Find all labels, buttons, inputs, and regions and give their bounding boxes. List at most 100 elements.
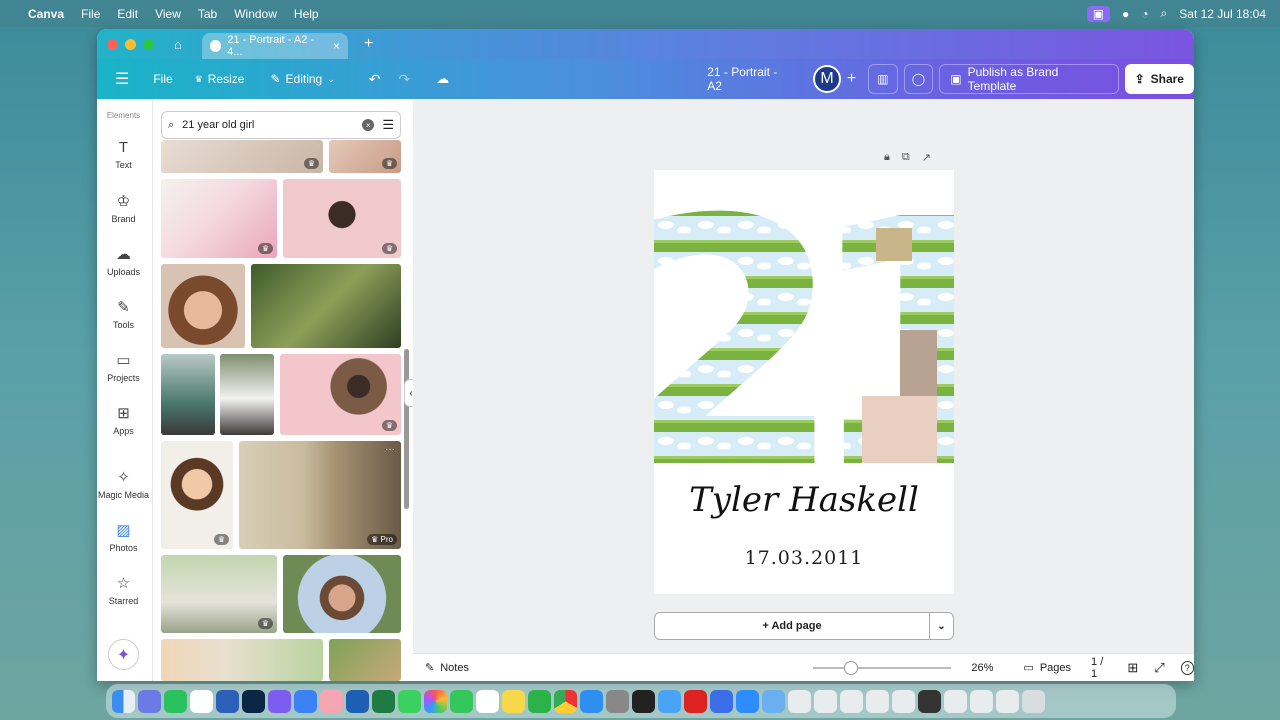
facetime-icon[interactable] [450, 689, 473, 713]
app-icon[interactable] [320, 689, 343, 713]
mail-icon[interactable] [658, 689, 681, 713]
excel-icon[interactable] [372, 689, 395, 713]
number-collage[interactable]: 21 [654, 180, 954, 480]
fullscreen-icon[interactable]: ⤢ [1154, 660, 1164, 676]
menu-tab[interactable]: Tab [198, 7, 217, 21]
menu-help[interactable]: Help [294, 7, 319, 21]
acrobat-icon[interactable] [684, 689, 707, 713]
whatsapp-icon[interactable] [164, 689, 187, 713]
photo-tile[interactable] [251, 264, 401, 348]
menu-view[interactable]: View [155, 7, 181, 21]
photo-tile[interactable]: ♛ [161, 441, 233, 549]
more-options-icon[interactable]: ··· [385, 444, 395, 455]
rail-item-text[interactable]: T Text [97, 139, 150, 170]
document-thumb-icon[interactable] [866, 689, 889, 713]
document-thumb-icon[interactable] [970, 689, 993, 713]
trash-icon[interactable] [1022, 689, 1045, 713]
document-thumb-icon[interactable] [892, 689, 915, 713]
rail-item-photos[interactable]: ▨ Photos [97, 521, 150, 553]
browser-tab[interactable]: 21 - Portrait - A2 - 4... × [201, 33, 348, 59]
cloud-save-icon[interactable]: ☁ [436, 71, 449, 87]
filter-icon[interactable]: ☰ [382, 117, 394, 133]
document-thumb-icon[interactable] [788, 689, 811, 713]
document-thumb-icon[interactable] [918, 689, 941, 713]
photoshop-icon[interactable] [242, 689, 265, 713]
close-window-button[interactable] [107, 38, 118, 50]
messages-icon[interactable] [398, 689, 421, 713]
photo-tile[interactable] [283, 555, 401, 633]
reminders-icon[interactable] [476, 689, 499, 713]
lock-icon[interactable]: 🔒︎ [884, 151, 890, 164]
calendar-icon[interactable] [190, 689, 213, 713]
share-button[interactable]: ⇪ Share [1124, 64, 1194, 94]
pages-button[interactable]: ▭ Pages [1023, 661, 1071, 675]
document-thumb-icon[interactable] [814, 689, 837, 713]
status-icon[interactable]: ● [1122, 7, 1129, 21]
menu-window[interactable]: Window [234, 7, 277, 21]
menu-app-name[interactable]: Canva [28, 7, 64, 21]
grid-view-icon[interactable]: ⊞ [1127, 660, 1138, 676]
design-page[interactable]: 21 Tyler Haskell 17.03.2011 [654, 170, 954, 594]
photo-tile[interactable] [161, 639, 323, 681]
menu-edit[interactable]: Edit [117, 7, 138, 21]
add-page-icon[interactable]: ↗ [922, 151, 931, 164]
resize-button[interactable]: ♛ Resize [195, 72, 245, 86]
close-tab-icon[interactable]: × [333, 39, 340, 53]
search-input[interactable] [182, 119, 355, 131]
document-thumb-icon[interactable] [840, 689, 863, 713]
editing-mode-button[interactable]: ✎ Editing ⌄ [270, 72, 334, 86]
photo-tile[interactable]: ♛ [329, 140, 401, 173]
rail-item-magic-media[interactable]: ✧ Magic Media [97, 468, 150, 500]
screen-share-icon[interactable]: ▣ [1086, 5, 1111, 22]
add-collaborator-icon[interactable]: + [847, 70, 856, 88]
new-tab-button[interactable]: + [364, 35, 373, 53]
home-icon[interactable]: ⌂ [174, 37, 182, 52]
photo-tile[interactable]: ♛ [280, 354, 401, 435]
duplicate-page-icon[interactable]: ⧉ [902, 151, 910, 164]
design-name[interactable]: Tyler Haskell [654, 480, 954, 520]
publish-brand-template-button[interactable]: ▣ Publish as Brand Template [939, 64, 1119, 94]
photo-tile[interactable] [329, 639, 401, 681]
rail-item-projects[interactable]: ▭ Projects [97, 351, 150, 383]
outlook-icon[interactable] [346, 689, 369, 713]
menu-file[interactable]: File [81, 7, 100, 21]
document-thumb-icon[interactable] [996, 689, 1019, 713]
redo-icon[interactable]: ↷ [399, 71, 411, 88]
design-date[interactable]: 17.03.2011 [654, 547, 954, 569]
photo-tile[interactable] [161, 264, 245, 348]
undo-icon[interactable]: ↶ [369, 71, 381, 88]
zoom-slider-handle[interactable] [843, 660, 858, 675]
finder-icon[interactable] [112, 689, 135, 713]
rail-item-brand[interactable]: ♔ Brand [97, 192, 150, 224]
search-icon[interactable]: ⌕ [1161, 6, 1168, 21]
messenger-icon[interactable] [294, 689, 317, 713]
chrome-icon[interactable] [554, 689, 577, 713]
magic-assistant-button[interactable]: ✦ [108, 639, 139, 670]
hamburger-menu-icon[interactable]: ☰ [115, 69, 129, 89]
app-store-icon[interactable] [580, 689, 603, 713]
photo-tile[interactable]: ♛ [161, 140, 323, 173]
photo-tile[interactable]: ♛ [283, 179, 401, 258]
add-page-button[interactable]: + Add page ⌄ [654, 612, 954, 640]
zoom-percent[interactable]: 26% [971, 662, 993, 674]
photo-tile[interactable]: ··· ♛ Pro [239, 441, 401, 549]
photo-tile[interactable] [161, 354, 215, 435]
photo-tile[interactable]: ♛ [161, 555, 277, 633]
minimize-window-button[interactable] [125, 38, 136, 50]
launchpad-icon[interactable] [138, 689, 161, 713]
rail-item-tools[interactable]: ✎ Tools [97, 298, 150, 330]
notes-app-icon[interactable] [502, 689, 525, 713]
document-title[interactable]: 21 - Portrait - A2 [707, 65, 793, 93]
maximize-window-button[interactable] [143, 38, 154, 50]
file-menu-button[interactable]: File [153, 72, 172, 86]
word-icon[interactable] [216, 689, 239, 713]
settings-icon[interactable] [606, 689, 629, 713]
photo-tile[interactable]: ♛ [161, 179, 277, 258]
zoom-icon[interactable] [736, 689, 759, 713]
terminal-icon[interactable] [632, 689, 655, 713]
insights-button[interactable]: ▥ [868, 64, 898, 94]
rail-item-starred[interactable]: ☆ Starred [97, 574, 150, 606]
panel-scrollbar[interactable] [404, 349, 409, 509]
rail-item-uploads[interactable]: ☁ Uploads [97, 245, 150, 277]
canva-icon[interactable] [268, 689, 291, 713]
